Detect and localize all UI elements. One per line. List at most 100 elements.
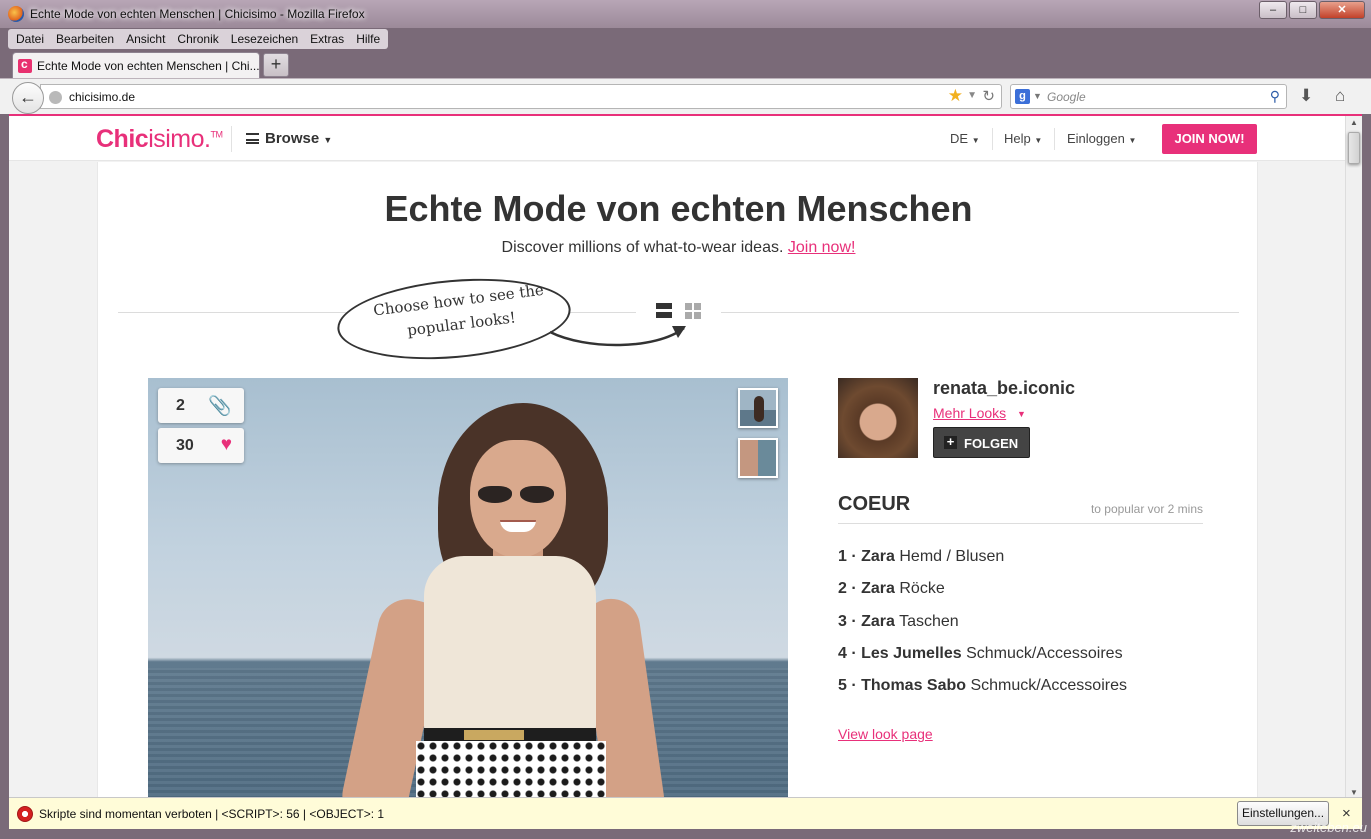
language-label: DE <box>950 131 969 146</box>
chevron-down-icon: ▼ <box>1034 136 1043 145</box>
globe-icon <box>49 91 62 104</box>
subtitle-text: Discover millions of what-to-wear ideas. <box>501 239 784 256</box>
language-selector[interactable]: DE ▼ <box>950 131 980 146</box>
close-window-button[interactable]: ✕ <box>1319 1 1365 19</box>
minimize-button[interactable]: – <box>1259 1 1287 19</box>
join-now-link[interactable]: Join now! <box>788 239 856 256</box>
menu-bearbeiten[interactable]: Bearbeiten <box>50 29 120 49</box>
new-tab-button[interactable]: + <box>263 53 289 77</box>
item-brand: Thomas Sabo <box>861 677 967 695</box>
list-item[interactable]: 1 · Zara Hemd / Blusen <box>838 548 1127 580</box>
section-divider <box>838 523 1203 524</box>
window-titlebar: Echte Mode von echten Menschen | Chicisi… <box>0 0 1371 28</box>
grid-view-icon[interactable] <box>685 303 701 319</box>
item-category: Hemd / Blusen <box>899 548 1005 565</box>
tab-label: Echte Mode von echten Menschen | Chi... <box>37 59 260 73</box>
browse-menu[interactable]: Browse ▼ <box>246 130 332 147</box>
more-looks-link[interactable]: Mehr Looks <box>933 405 1006 421</box>
bookmark-star-icon[interactable]: ★ <box>948 86 963 106</box>
plus-icon: + <box>944 435 957 449</box>
menu-datei[interactable]: Datei <box>10 29 50 49</box>
search-bar[interactable]: g ▼ Google ⚲ <box>1010 84 1287 109</box>
menu-ansicht[interactable]: Ansicht <box>120 29 171 49</box>
noscript-notification-bar: Skripte sind momentan verboten | <SCRIPT… <box>9 797 1362 829</box>
browse-label: Browse <box>265 130 320 147</box>
paperclip-icon: 📎 <box>208 396 232 417</box>
item-category: Röcke <box>899 580 945 598</box>
engine-dropdown-icon[interactable]: ▼ <box>1033 91 1042 101</box>
garment-list: 1 · Zara Hemd / Blusen 2 · Zara Röcke 3 … <box>838 548 1127 709</box>
chevron-down-icon[interactable]: ▼ <box>1017 409 1026 419</box>
logo-tm: TM <box>210 129 223 140</box>
notification-message: Skripte sind momentan verboten | <SCRIPT… <box>39 807 385 821</box>
tab-chicisimo[interactable]: Echte Mode von echten Menschen | Chi... <box>12 52 260 78</box>
menu-extras[interactable]: Extras <box>304 29 350 49</box>
join-now-button[interactable]: JOIN NOW! <box>1162 124 1257 154</box>
username[interactable]: renata_be.iconic <box>933 378 1075 399</box>
likes-counter[interactable]: 30 ♥ <box>158 428 244 463</box>
menu-hilfe[interactable]: Hilfe <box>350 29 386 49</box>
vertical-scrollbar[interactable]: ▲ ▼ <box>1345 116 1362 797</box>
menu-lesezeichen[interactable]: Lesezeichen <box>225 29 304 49</box>
scroll-up-icon[interactable]: ▲ <box>1350 118 1358 127</box>
google-engine-icon[interactable]: g <box>1015 89 1030 104</box>
avatar[interactable] <box>838 378 918 458</box>
menu-chronik[interactable]: Chronik <box>171 29 224 49</box>
item-brand: Zara <box>861 612 895 630</box>
scroll-down-icon[interactable]: ▼ <box>1350 788 1358 797</box>
site-header: Chicisimo.TM Browse ▼ DE ▼ Help ▼ Einlog… <box>9 116 1345 161</box>
hint-arrow-icon <box>549 326 686 347</box>
list-item[interactable]: 2 · Zara Röcke <box>838 580 1127 612</box>
clips-counter[interactable]: 2 📎 <box>158 388 244 423</box>
divider-right <box>721 312 1239 313</box>
heart-icon: ♥ <box>220 434 232 455</box>
list-item[interactable]: 4 · Les Jumelles Schmuck/Accessoires <box>838 645 1127 677</box>
look-thumbnail-1[interactable] <box>738 388 778 428</box>
reload-icon[interactable]: ↻ <box>982 87 995 105</box>
list-view-icon[interactable] <box>656 303 672 321</box>
item-category: Taschen <box>899 612 959 630</box>
url-bar[interactable]: chicisimo.de ★ ▼ ↻ <box>40 84 1002 109</box>
help-menu[interactable]: Help ▼ <box>1004 131 1042 146</box>
header-divider <box>1054 128 1055 150</box>
noscript-icon[interactable] <box>17 806 33 822</box>
chevron-down-icon: ▼ <box>1128 136 1137 145</box>
item-brand: Les Jumelles <box>861 644 962 662</box>
item-category: Schmuck/Accessoires <box>966 644 1123 662</box>
look-thumbnail-2[interactable] <box>738 438 778 478</box>
home-icon[interactable]: ⌂ <box>1335 86 1345 106</box>
download-icon[interactable]: ⬇ <box>1299 86 1313 106</box>
chevron-down-icon: ▼ <box>971 136 980 145</box>
look-meta: to popular vor 2 mins <box>1090 502 1203 516</box>
menu-bar: Datei Bearbeiten Ansicht Chronik Lesezei… <box>8 29 389 49</box>
logo-part2: isimo. <box>148 125 211 153</box>
url-dropdown-icon[interactable]: ▼ <box>967 90 977 101</box>
login-menu[interactable]: Einloggen ▼ <box>1067 131 1136 146</box>
item-category: Schmuck/Accessoires <box>970 677 1127 695</box>
url-text[interactable]: chicisimo.de <box>69 90 135 104</box>
page-subtitle: Discover millions of what-to-wear ideas.… <box>98 239 1259 257</box>
search-placeholder[interactable]: Google <box>1047 90 1086 104</box>
page-title: Echte Mode von echten Menschen <box>384 188 973 229</box>
item-brand: Zara <box>861 580 895 598</box>
search-magnifier-icon[interactable]: ⚲ <box>1270 88 1280 105</box>
clips-count: 2 <box>176 397 185 414</box>
list-item[interactable]: 3 · Zara Taschen <box>838 613 1127 645</box>
likes-count: 30 <box>176 437 194 454</box>
scrollbar-thumb[interactable] <box>1348 132 1360 164</box>
item-brand: Zara <box>861 548 895 565</box>
page-viewport: Chicisimo.TM Browse ▼ DE ▼ Help ▼ Einlog… <box>9 114 1362 797</box>
maximize-button[interactable]: □ <box>1289 1 1317 19</box>
back-arrow-icon[interactable]: ← <box>12 82 44 114</box>
hamburger-icon <box>246 133 259 144</box>
watermark: zweiteben.eu <box>1290 820 1367 835</box>
window-controls: – □ ✕ <box>1259 1 1365 19</box>
chicisimo-logo[interactable]: Chicisimo.TM <box>96 125 223 154</box>
firefox-icon <box>8 6 24 22</box>
list-item[interactable]: 5 · Thomas Sabo Schmuck/Accessoires <box>838 677 1127 709</box>
header-divider <box>231 126 232 152</box>
follow-button[interactable]: + FOLGEN <box>933 427 1030 458</box>
look-photo[interactable]: 2 📎 30 ♥ <box>148 378 788 797</box>
follow-label: FOLGEN <box>964 436 1019 451</box>
view-look-page-link[interactable]: View look page <box>838 726 933 742</box>
